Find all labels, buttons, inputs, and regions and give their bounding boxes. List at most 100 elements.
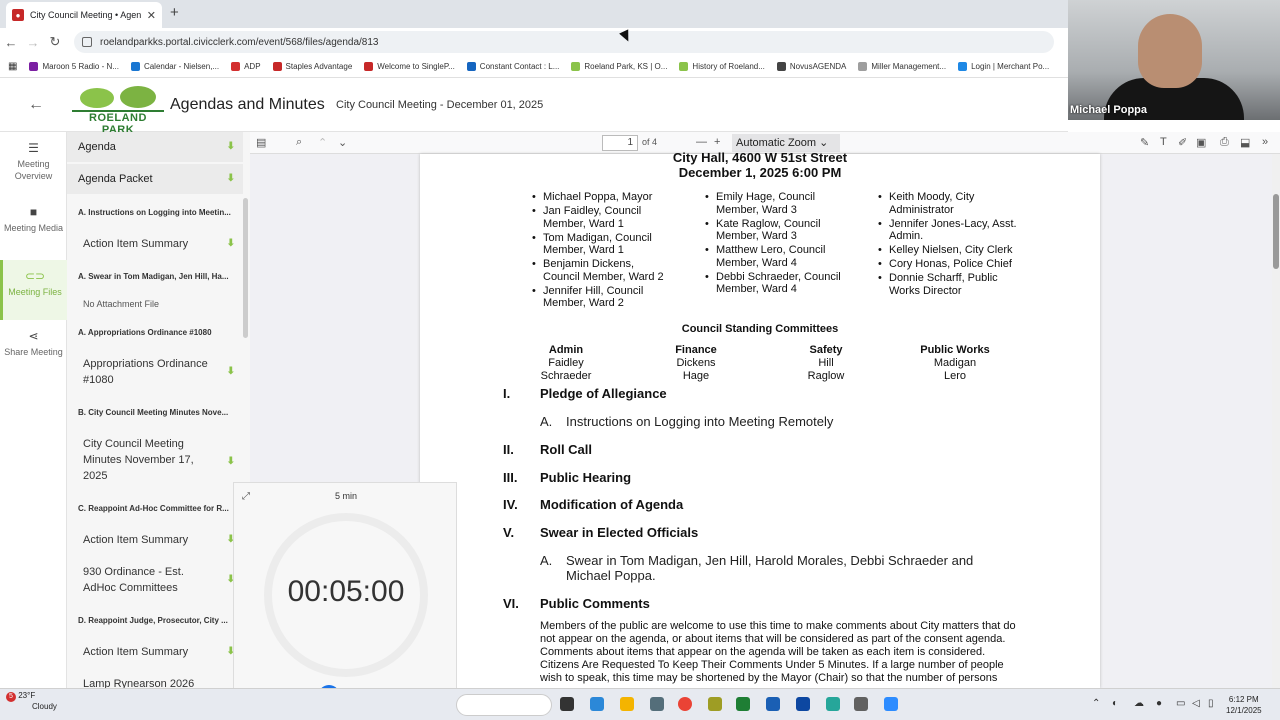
attachment-link[interactable]: Action Item Summary ⬇ xyxy=(67,532,243,548)
reload-icon[interactable]: ↻ xyxy=(44,34,66,50)
bookmark[interactable]: ADP xyxy=(231,62,261,71)
bookmark[interactable]: NovusAGENDA xyxy=(776,62,846,71)
download-icon[interactable]: ⬇ xyxy=(227,236,235,252)
print-icon[interactable]: ⎙ xyxy=(1220,136,1229,149)
image-icon[interactable]: ▣ xyxy=(1196,136,1206,149)
page-number-input[interactable]: 1 xyxy=(602,135,638,151)
rail-share-meeting[interactable]: ⋖ Share Meeting xyxy=(0,330,67,382)
weather-widget[interactable]: 5 23°F Cloudy xyxy=(6,691,66,712)
back-arrow-icon[interactable]: ← xyxy=(28,96,44,114)
prev-page-icon[interactable]: ⌃ xyxy=(318,136,327,149)
download-icon[interactable]: ⬇ xyxy=(227,454,235,470)
network-icon[interactable]: ▭ xyxy=(1176,698,1185,709)
chrome-icon[interactable] xyxy=(678,697,692,711)
zoom-in-icon[interactable]: + xyxy=(714,136,720,148)
battery-icon[interactable]: ▯ xyxy=(1208,698,1214,709)
back-icon[interactable]: ← xyxy=(0,35,22,50)
calculator-icon[interactable] xyxy=(650,697,664,711)
site-favicon-icon: ● xyxy=(12,9,24,21)
video-feed: Michael Poppa xyxy=(1068,0,1280,120)
app-icon[interactable] xyxy=(708,697,722,711)
draw-icon[interactable]: ✐ xyxy=(1178,136,1187,149)
attachment-link[interactable]: Action Item Summary ⬇ xyxy=(67,644,243,660)
tools-menu-icon[interactable]: » xyxy=(1262,136,1268,148)
app-icon[interactable] xyxy=(854,697,868,711)
committees-title: Council Standing Committees xyxy=(681,323,839,335)
pdf-scrollbar[interactable] xyxy=(1272,154,1280,688)
app-icon[interactable] xyxy=(590,697,604,711)
attachment-link[interactable]: Appropriations Ordinance #1080 ⬇ xyxy=(67,356,235,388)
download-icon[interactable]: ⬇ xyxy=(227,164,235,194)
highlight-icon[interactable]: ✎ xyxy=(1140,136,1149,149)
rail-meeting-media[interactable]: ■ Meeting Media xyxy=(0,206,67,258)
tab-bar: ● City Council Meeting • Agenda ✕ + xyxy=(0,0,1068,28)
file-agenda-packet[interactable]: Agenda Packet ⬇ xyxy=(67,164,243,194)
tray-overflow-icon[interactable]: ⌃ xyxy=(1092,698,1100,709)
bookmark[interactable]: Maroon 5 Radio - N... xyxy=(29,62,119,71)
tray-app-icon[interactable]: ◐ xyxy=(1112,698,1118,709)
committee-finance: Finance Dickens Hage xyxy=(675,344,717,382)
zoom-out-icon[interactable]: — xyxy=(696,136,707,148)
close-tab-icon[interactable]: ✕ xyxy=(147,9,156,22)
city-logo[interactable]: ROELAND PARK xyxy=(72,86,164,136)
bookmark[interactable]: Constant Contact : L... xyxy=(466,62,559,71)
file-explorer-icon[interactable] xyxy=(620,697,634,711)
file-agenda[interactable]: Agenda ⬇ xyxy=(67,132,243,162)
apps-grid-icon[interactable]: ▦ xyxy=(8,61,17,72)
taskbar-search[interactable] xyxy=(456,694,552,716)
system-clock[interactable]: 6:12 PM 12/1/2025 xyxy=(1226,694,1262,716)
download-icon[interactable]: ⬇ xyxy=(227,132,235,162)
sidebar-toggle-icon[interactable]: ▤ xyxy=(256,136,266,149)
pdf-scroll-thumb[interactable] xyxy=(1273,194,1279,269)
text-tool-icon[interactable]: T xyxy=(1160,136,1167,148)
save-icon[interactable]: ⬓ xyxy=(1240,136,1250,149)
committee-admin: Admin Faidley Schraeder xyxy=(540,344,592,382)
bookmark[interactable]: History of Roeland... xyxy=(679,62,765,71)
attachment-link[interactable]: Action Item Summary ⬇ xyxy=(67,236,243,252)
app-icon[interactable] xyxy=(826,697,840,711)
rail-meeting-files[interactable]: ⊂⊃ Meeting Files xyxy=(0,260,67,320)
forward-icon[interactable]: → xyxy=(22,35,44,50)
bookmark[interactable]: Staples Advantage xyxy=(272,62,352,71)
bookmark[interactable]: Login | Merchant Po... xyxy=(958,62,1049,71)
new-tab-button[interactable]: + xyxy=(170,4,179,21)
download-icon[interactable]: ⬇ xyxy=(227,364,235,380)
browser-tab[interactable]: ● City Council Meeting • Agenda ✕ xyxy=(6,2,162,28)
tree-shape xyxy=(120,86,156,108)
address-bar-row: ← → ↻ roelandparkks.portal.civicclerk.co… xyxy=(0,28,1068,56)
meeting-location: City Hall, 4600 W 51st Street xyxy=(672,150,848,165)
excel-icon[interactable] xyxy=(736,697,750,711)
url-field[interactable]: roelandparkks.portal.civicclerk.com/even… xyxy=(74,31,1054,53)
volume-icon[interactable]: ◁ xyxy=(1192,698,1200,709)
participant-head xyxy=(1138,14,1202,88)
notification-badge: 5 xyxy=(6,692,16,702)
word-icon[interactable] xyxy=(766,697,780,711)
bookmark[interactable]: Roeland Park, KS | O... xyxy=(571,62,667,71)
committee-public-works: Public Works Madigan Lero xyxy=(920,344,990,382)
task-view-icon[interactable] xyxy=(560,697,574,711)
officials-column-2: Emily Hage, Council Member, Ward 3Kate R… xyxy=(705,191,845,297)
zoom-icon[interactable] xyxy=(884,697,898,711)
app-icon[interactable] xyxy=(796,697,810,711)
attachment-link[interactable]: City Council Meeting Minutes November 17… xyxy=(67,436,235,484)
attachment-link[interactable]: 930 Ordinance - Est. AdHoc Committees ⬇ xyxy=(67,564,235,596)
mic-icon[interactable]: ● xyxy=(1156,698,1162,709)
bookmarks-bar: ▦ Maroon 5 Radio - N... Calendar - Niels… xyxy=(0,56,1068,78)
search-icon[interactable]: ⌕ xyxy=(296,136,302,149)
next-page-icon[interactable]: ⌄ xyxy=(338,136,347,149)
bookmark[interactable]: Welcome to SingleP... xyxy=(364,62,455,71)
attachment-link[interactable]: Lamp Rynearson 2026 xyxy=(67,676,243,688)
tab-title: City Council Meeting • Agenda xyxy=(30,10,141,20)
paperclip-icon: ⊂⊃ xyxy=(24,269,46,283)
agenda-section-title: A. Swear in Tom Madigan, Jen Hill, Ha... xyxy=(78,272,229,281)
onedrive-icon[interactable]: ☁ xyxy=(1134,698,1144,709)
files-panel: Agenda ⬇ Agenda Packet ⬇ A. Instructions o… xyxy=(67,132,250,688)
public-comments-text: Members of the public are welcome to use… xyxy=(540,620,1016,684)
windows-taskbar: 5 23°F Cloudy ⌃ ◐ ☁ ● ▭ ◁ ▯ 6:12 PM 12/1… xyxy=(0,688,1280,720)
bookmark[interactable]: Calendar - Nielsen,... xyxy=(130,62,219,71)
bookmark[interactable]: Miller Management... xyxy=(858,62,946,71)
site-info-icon[interactable] xyxy=(82,37,92,47)
files-scrollbar[interactable] xyxy=(243,198,248,338)
rail-meeting-overview[interactable]: ☰ Meeting Overview xyxy=(0,142,67,194)
clock-time: 6:12 PM xyxy=(1228,695,1259,704)
